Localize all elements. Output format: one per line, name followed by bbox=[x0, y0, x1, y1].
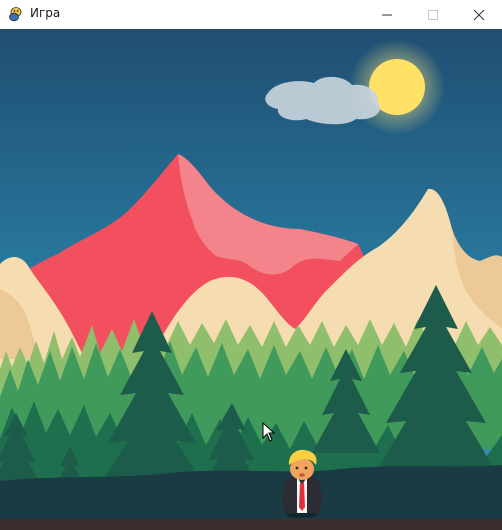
pygame-snake-icon bbox=[9, 7, 22, 22]
title-bar[interactable]: Игра bbox=[0, 0, 502, 29]
ground-edge bbox=[0, 519, 502, 530]
mountain-forest-landscape bbox=[0, 29, 502, 530]
close-icon bbox=[473, 9, 485, 20]
close-button[interactable] bbox=[456, 0, 502, 29]
minimize-button[interactable] bbox=[364, 0, 410, 29]
game-canvas[interactable] bbox=[0, 29, 502, 530]
mouse-pointer-icon bbox=[262, 422, 276, 442]
maximize-icon bbox=[428, 9, 438, 20]
minimize-icon bbox=[382, 14, 392, 15]
game-window: Игра bbox=[0, 0, 502, 530]
window-title: Игра bbox=[30, 6, 61, 20]
maximize-button[interactable] bbox=[410, 0, 456, 29]
